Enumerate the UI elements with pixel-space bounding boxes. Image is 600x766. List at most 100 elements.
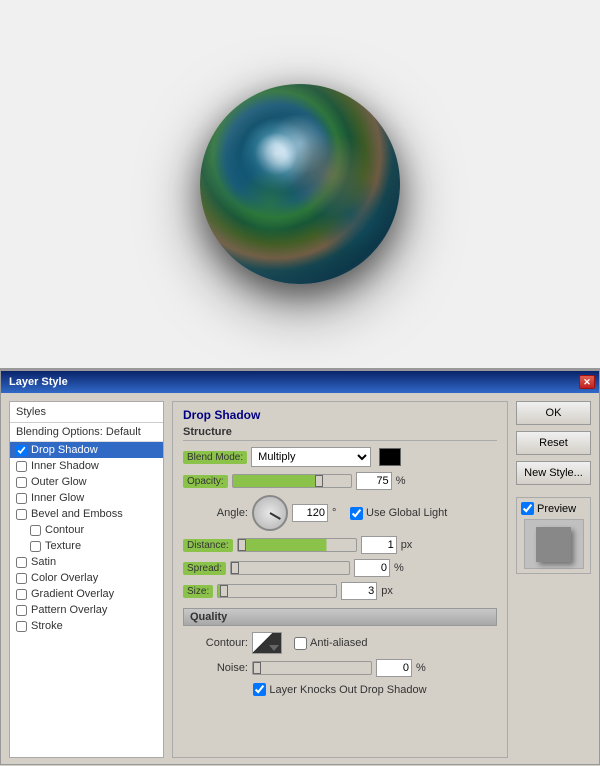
- contour-label: Contour:: [183, 637, 248, 649]
- contour-dropdown-arrow: [269, 645, 279, 651]
- contour-row: Contour: Anti-aliased: [183, 632, 497, 654]
- size-row: Size: px: [183, 582, 497, 600]
- stroke-label: Stroke: [31, 620, 63, 632]
- drop-shadow-section-title: Drop Shadow: [183, 408, 497, 422]
- gradient-overlay-checkbox[interactable]: [16, 589, 27, 600]
- preview-checkbox[interactable]: [521, 502, 534, 515]
- distance-input[interactable]: [361, 536, 397, 554]
- angle-dial[interactable]: [252, 495, 288, 531]
- noise-row: Noise: %: [183, 659, 497, 677]
- sidebar-item-pattern-overlay[interactable]: Pattern Overlay: [10, 602, 163, 618]
- anti-aliased-label: Anti-aliased: [294, 637, 367, 650]
- outer-glow-label: Outer Glow: [31, 476, 87, 488]
- sidebar-item-inner-shadow[interactable]: Inner Shadow: [10, 458, 163, 474]
- distance-row: Distance: px: [183, 536, 497, 554]
- distance-unit: px: [401, 539, 415, 551]
- contour-label: Contour: [45, 524, 84, 536]
- layer-knocks-label: Layer Knocks Out Drop Shadow: [253, 683, 426, 696]
- sidebar-item-contour[interactable]: Contour: [10, 522, 163, 538]
- dialog-title-bar: Layer Style ✕: [1, 371, 599, 393]
- pattern-overlay-label: Pattern Overlay: [31, 604, 107, 616]
- angle-label: Angle:: [183, 507, 248, 519]
- opacity-slider[interactable]: [232, 474, 352, 488]
- opacity-label: Opacity:: [183, 475, 228, 488]
- noise-input[interactable]: [376, 659, 412, 677]
- sidebar-item-color-overlay[interactable]: Color Overlay: [10, 570, 163, 586]
- use-global-light-checkbox[interactable]: [350, 507, 363, 520]
- angle-unit: °: [332, 507, 346, 519]
- blend-mode-select[interactable]: Multiply Normal Screen Overlay: [251, 447, 371, 467]
- color-overlay-checkbox[interactable]: [16, 573, 27, 584]
- left-panel: Styles Blending Options: Default Drop Sh…: [9, 401, 164, 758]
- contour-preview[interactable]: [252, 632, 282, 654]
- reset-button[interactable]: Reset: [516, 431, 591, 455]
- blending-options-item[interactable]: Blending Options: Default: [10, 423, 163, 442]
- new-style-button[interactable]: New Style...: [516, 461, 591, 485]
- layer-style-dialog: Layer Style ✕ Styles Blending Options: D…: [0, 370, 600, 765]
- inner-glow-label: Inner Glow: [31, 492, 84, 504]
- bevel-emboss-checkbox[interactable]: [16, 509, 27, 520]
- use-global-light-label: Use Global Light: [350, 507, 447, 520]
- preview-section: Preview: [516, 497, 591, 574]
- shadow-color-swatch[interactable]: [379, 448, 401, 466]
- noise-slider[interactable]: [252, 661, 372, 675]
- satin-label: Satin: [31, 556, 56, 568]
- preview-square: [536, 527, 571, 562]
- layer-knocks-text: Layer Knocks Out Drop Shadow: [269, 684, 426, 696]
- size-slider[interactable]: [217, 584, 337, 598]
- spread-unit: %: [394, 562, 408, 574]
- pattern-overlay-checkbox[interactable]: [16, 605, 27, 616]
- size-input[interactable]: [341, 582, 377, 600]
- styles-header: Styles: [10, 402, 163, 423]
- settings-area: Drop Shadow Structure Blend Mode: Multip…: [172, 401, 508, 758]
- sidebar-item-stroke[interactable]: Stroke: [10, 618, 163, 634]
- structure-title: Structure: [183, 426, 497, 441]
- satin-checkbox[interactable]: [16, 557, 27, 568]
- close-button[interactable]: ✕: [579, 375, 595, 389]
- noise-label: Noise:: [183, 662, 248, 674]
- anti-aliased-checkbox[interactable]: [294, 637, 307, 650]
- distance-label: Distance:: [183, 539, 233, 552]
- anti-aliased-text: Anti-aliased: [310, 637, 367, 649]
- spread-slider[interactable]: [230, 561, 350, 575]
- layer-knocks-checkbox[interactable]: [253, 683, 266, 696]
- opacity-row: Opacity: %: [183, 472, 497, 490]
- noise-unit: %: [416, 662, 430, 674]
- gradient-overlay-label: Gradient Overlay: [31, 588, 114, 600]
- opacity-unit: %: [396, 475, 410, 487]
- use-global-light-text: Use Global Light: [366, 507, 447, 519]
- sidebar-item-texture[interactable]: Texture: [10, 538, 163, 554]
- sidebar-item-bevel-emboss[interactable]: Bevel and Emboss: [10, 506, 163, 522]
- angle-input[interactable]: [292, 504, 328, 522]
- stroke-checkbox[interactable]: [16, 621, 27, 632]
- preview-label: Preview: [521, 502, 586, 515]
- ok-button[interactable]: OK: [516, 401, 591, 425]
- sidebar-item-inner-glow[interactable]: Inner Glow: [10, 490, 163, 506]
- inner-shadow-checkbox[interactable]: [16, 461, 27, 472]
- canvas-area: [0, 0, 600, 370]
- contour-checkbox[interactable]: [30, 525, 41, 536]
- sidebar-item-gradient-overlay[interactable]: Gradient Overlay: [10, 586, 163, 602]
- size-unit: px: [381, 585, 395, 597]
- spread-row: Spread: %: [183, 559, 497, 577]
- drop-shadow-checkbox[interactable]: [16, 445, 27, 456]
- earth-globe: [200, 84, 400, 284]
- sidebar-item-outer-glow[interactable]: Outer Glow: [10, 474, 163, 490]
- inner-glow-checkbox[interactable]: [16, 493, 27, 504]
- outer-glow-checkbox[interactable]: [16, 477, 27, 488]
- inner-shadow-label: Inner Shadow: [31, 460, 99, 472]
- blend-mode-label: Blend Mode:: [183, 451, 247, 464]
- spread-label: Spread:: [183, 562, 226, 575]
- quality-header: Quality: [183, 608, 497, 626]
- sidebar-item-drop-shadow[interactable]: Drop Shadow: [10, 442, 163, 458]
- dialog-content: Styles Blending Options: Default Drop Sh…: [1, 393, 599, 766]
- bevel-emboss-label: Bevel and Emboss: [31, 508, 123, 520]
- distance-slider[interactable]: [237, 538, 357, 552]
- layer-knocks-row: Layer Knocks Out Drop Shadow: [183, 683, 497, 696]
- dialog-title: Layer Style: [9, 376, 68, 388]
- sidebar-item-satin[interactable]: Satin: [10, 554, 163, 570]
- opacity-input[interactable]: [356, 472, 392, 490]
- texture-checkbox[interactable]: [30, 541, 41, 552]
- spread-input[interactable]: [354, 559, 390, 577]
- texture-label: Texture: [45, 540, 81, 552]
